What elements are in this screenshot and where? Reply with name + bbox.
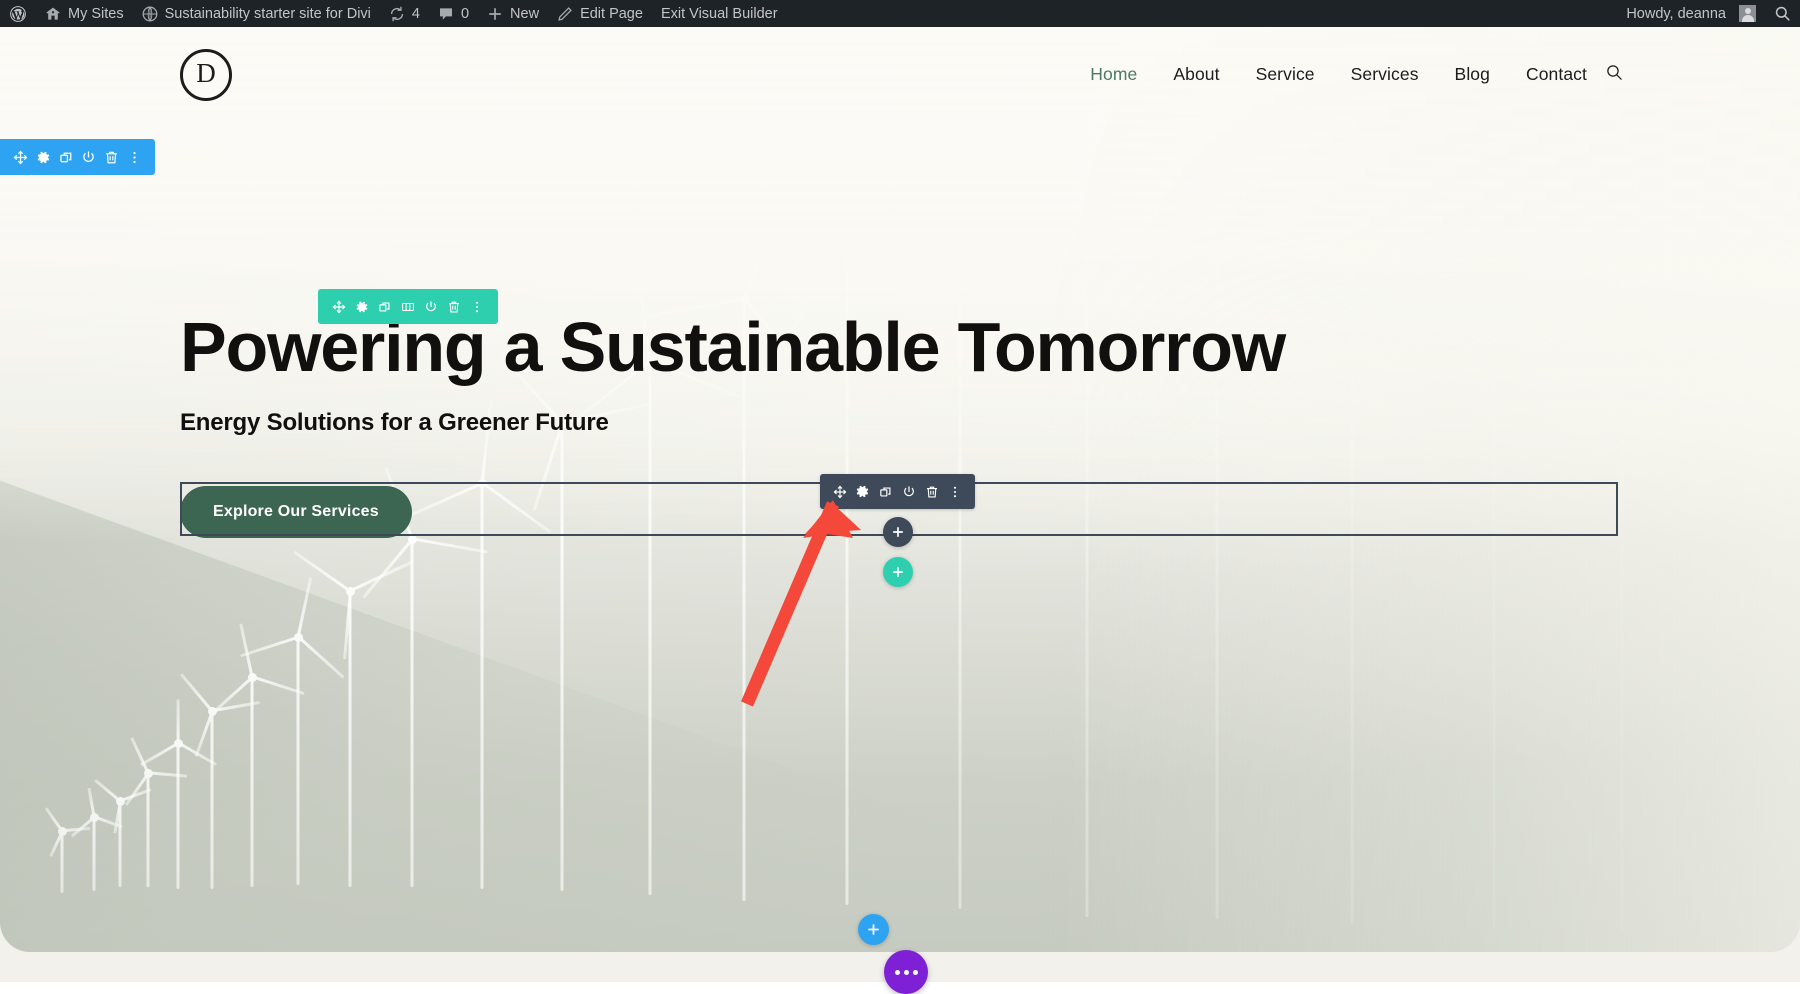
section-toolbar xyxy=(0,139,155,175)
power-icon[interactable] xyxy=(78,139,100,175)
move-icon[interactable] xyxy=(327,289,350,324)
plus-icon xyxy=(487,6,503,22)
adminbar-item-my-sites[interactable]: My Sites xyxy=(36,0,133,27)
adminbar-new-label: New xyxy=(510,6,539,22)
adminbar-item-updates[interactable]: 4 xyxy=(380,0,429,27)
adminbar-item-new[interactable]: New xyxy=(478,0,548,27)
trash-icon[interactable] xyxy=(921,474,944,509)
page-settings-bar-toggle[interactable] xyxy=(884,950,928,994)
plus-icon xyxy=(891,525,905,539)
comment-icon xyxy=(438,6,454,22)
more-options-icon[interactable] xyxy=(123,139,145,175)
duplicate-icon[interactable] xyxy=(874,474,897,509)
adminbar-site-name-label: Sustainability starter site for Divi xyxy=(165,6,371,22)
adminbar-item-exit-visual-builder[interactable]: Exit Visual Builder xyxy=(652,0,787,27)
wordpress-logo-icon xyxy=(9,5,27,23)
row-toolbar xyxy=(318,289,498,324)
add-section-button[interactable] xyxy=(858,914,889,945)
add-module-button[interactable] xyxy=(883,517,913,547)
plus-icon xyxy=(891,565,905,579)
sites-icon xyxy=(45,6,61,22)
wp-admin-bar: My Sites Sustainability starter site for… xyxy=(0,0,1800,27)
search-icon xyxy=(1774,5,1791,22)
gear-icon[interactable] xyxy=(33,139,55,175)
duplicate-icon[interactable] xyxy=(373,289,396,324)
move-icon[interactable] xyxy=(10,139,32,175)
adminbar-item-howdy[interactable]: Howdy, deanna xyxy=(1617,0,1765,27)
adminbar-item-edit-page[interactable]: Edit Page xyxy=(548,0,652,27)
gear-icon[interactable] xyxy=(350,289,373,324)
more-options-icon[interactable] xyxy=(944,474,967,509)
adminbar-search-button[interactable] xyxy=(1765,0,1800,27)
dot xyxy=(904,970,909,975)
trash-icon[interactable] xyxy=(443,289,466,324)
add-row-button[interactable] xyxy=(883,557,913,587)
hero-subtitle: Energy Solutions for a Greener Future xyxy=(180,409,609,437)
duplicate-icon[interactable] xyxy=(55,139,77,175)
move-icon[interactable] xyxy=(828,474,851,509)
power-icon[interactable] xyxy=(420,289,443,324)
adminbar-item-comments[interactable]: 0 xyxy=(429,0,478,27)
adminbar-edit-page-label: Edit Page xyxy=(580,6,643,22)
adminbar-item-wp-logo[interactable] xyxy=(0,0,36,27)
adminbar-howdy-label: Howdy, deanna xyxy=(1626,6,1726,22)
dot xyxy=(913,970,918,975)
avatar xyxy=(1739,5,1756,22)
module-settings-gear-icon[interactable] xyxy=(851,474,874,509)
site-icon xyxy=(142,6,158,22)
dot xyxy=(895,970,900,975)
more-options-icon[interactable] xyxy=(466,289,489,324)
adminbar-comments-count: 0 xyxy=(461,6,469,22)
adminbar-exit-vb-label: Exit Visual Builder xyxy=(661,6,778,22)
power-icon[interactable] xyxy=(898,474,921,509)
adminbar-my-sites-label: My Sites xyxy=(68,6,124,22)
module-toolbar xyxy=(820,474,975,509)
adminbar-item-site-name[interactable]: Sustainability starter site for Divi xyxy=(133,0,380,27)
trash-icon[interactable] xyxy=(101,139,123,175)
plus-icon xyxy=(866,922,881,937)
updates-icon xyxy=(389,6,405,22)
pencil-icon xyxy=(557,6,573,22)
site-frame: D HomeAboutServiceServicesBlogContact Po… xyxy=(0,27,1800,982)
columns-icon[interactable] xyxy=(396,289,419,324)
adminbar-updates-count: 4 xyxy=(412,6,420,22)
